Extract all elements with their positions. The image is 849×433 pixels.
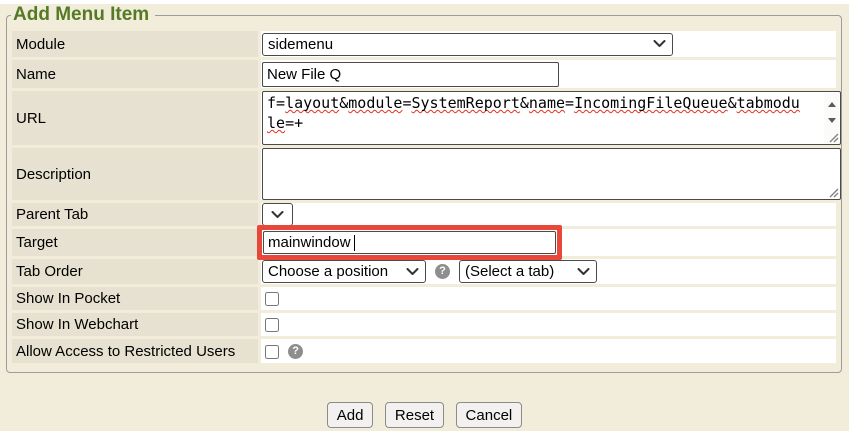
field-label-name: Name [12, 60, 258, 88]
field-cell-parent-tab [261, 203, 836, 226]
field-label-show-in-webchart: Show In Webchart [12, 313, 258, 336]
url-text: f=layout&module=SystemReport&name=Incomi… [267, 93, 809, 133]
help-icon[interactable]: ? [288, 344, 303, 359]
description-textarea[interactable] [262, 148, 841, 200]
tab-order-tab-value: (Select a tab) [465, 263, 554, 280]
resize-grip-icon[interactable] [829, 188, 839, 198]
field-cell-name [261, 60, 836, 88]
annotation-highlight-box [257, 225, 562, 260]
form-row-target: Target [12, 229, 836, 256]
form-row-name: Name [12, 60, 836, 88]
field-cell-module: sidemenu [261, 31, 836, 57]
reset-button[interactable]: Reset [385, 402, 444, 428]
scroll-up-icon[interactable] [824, 97, 839, 112]
field-label-module: Module [12, 31, 258, 57]
form-title: Add Menu Item [11, 4, 155, 26]
field-cell-allow-restricted: ? [261, 339, 836, 363]
form-row-allow-restricted: Allow Access to Restricted Users ? [12, 339, 836, 363]
chevron-down-icon [406, 268, 419, 276]
form-row-module: Module sidemenu [12, 31, 836, 57]
show-in-webchart-checkbox[interactable] [265, 318, 279, 332]
tab-order-position-value: Choose a position [268, 263, 388, 280]
form-row-description: Description [12, 148, 836, 200]
field-cell-target [261, 229, 836, 256]
cancel-button[interactable]: Cancel [456, 402, 523, 428]
field-cell-description [261, 148, 836, 200]
field-label-target: Target [12, 229, 258, 256]
show-in-pocket-checkbox[interactable] [265, 292, 279, 306]
form-row-show-in-pocket: Show In Pocket [12, 287, 836, 310]
module-select-value: sidemenu [268, 36, 333, 53]
allow-restricted-checkbox[interactable] [265, 345, 279, 359]
field-label-show-in-pocket: Show In Pocket [12, 287, 258, 310]
target-input[interactable] [263, 231, 556, 254]
field-label-allow-restricted: Allow Access to Restricted Users [12, 339, 258, 363]
add-button[interactable]: Add [327, 402, 374, 428]
field-label-tab-order: Tab Order [12, 259, 258, 284]
button-row: Add Reset Cancel [0, 402, 849, 428]
text-cursor [354, 235, 355, 251]
form-row-parent-tab: Parent Tab [12, 203, 836, 226]
module-select[interactable]: sidemenu [262, 33, 673, 56]
form-table: Module sidemenu Name URL f=l [9, 28, 839, 366]
resize-grip-icon[interactable] [829, 133, 839, 143]
tab-order-tab-select[interactable]: (Select a tab) [459, 260, 597, 283]
url-textarea[interactable]: f=layout&module=SystemReport&name=Incomi… [262, 91, 841, 145]
field-cell-show-in-webchart [261, 313, 836, 336]
chevron-down-icon [577, 268, 590, 276]
form-row-tab-order: Tab Order Choose a position ? (Select a … [12, 259, 836, 284]
page-background: Add Menu Item Module sidemenu Name URL [0, 4, 849, 431]
help-icon[interactable]: ? [435, 264, 450, 279]
chevron-down-icon [271, 211, 284, 219]
field-label-description: Description [12, 148, 258, 200]
form-row-show-in-webchart: Show In Webchart [12, 313, 836, 336]
chevron-down-icon [653, 40, 666, 48]
scroll-down-icon[interactable] [824, 113, 839, 128]
form-row-url: URL f=layout&module=SystemReport&name=In… [12, 91, 836, 145]
field-label-url: URL [12, 91, 258, 145]
name-input[interactable] [262, 62, 559, 87]
parent-tab-select[interactable] [262, 203, 293, 226]
field-cell-tab-order: Choose a position ? (Select a tab) [261, 259, 836, 284]
add-menu-item-fieldset: Add Menu Item Module sidemenu Name URL [6, 4, 842, 373]
field-label-parent-tab: Parent Tab [12, 203, 258, 226]
tab-order-position-select[interactable]: Choose a position [262, 260, 426, 283]
field-cell-url: f=layout&module=SystemReport&name=Incomi… [261, 91, 836, 145]
field-cell-show-in-pocket [261, 287, 836, 310]
